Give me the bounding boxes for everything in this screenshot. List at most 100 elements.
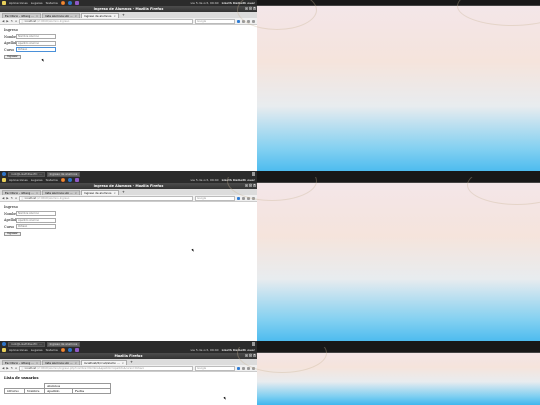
reload-icon[interactable]: ↻ [11,196,14,200]
nombre-input[interactable] [16,34,56,39]
menu-system[interactable]: Sistema [46,1,58,5]
nav-bar: ◀ ▶ ↻ ⌂ ⓘ localhost/2 CRUD/alumno-Ingres… [0,18,257,25]
tab-close-icon[interactable]: × [75,191,77,195]
alumnos-table: Alumnos idCurso Nombre Apellido Fecha [4,383,111,394]
panel-clock[interactable]: vie 5 de oct, 09:40 [190,1,218,5]
tab-ingreso-alumnos[interactable]: Ingreso de alumnos × [80,190,119,195]
curso-input[interactable] [16,47,56,52]
help-launcher-icon[interactable] [74,1,79,5]
new-tab-button[interactable]: + [120,13,127,18]
form-heading: Ingreso [4,28,18,32]
tab-close-icon[interactable]: × [75,14,77,18]
firefox-launcher-icon[interactable] [60,348,65,352]
help-launcher-icon[interactable] [74,178,79,182]
menu-places[interactable]: Lugares [31,1,43,5]
download-icon[interactable] [242,366,245,370]
forward-icon[interactable]: ▶ [6,196,8,200]
menu-applications[interactable]: Aplicaciones [9,178,28,182]
back-icon[interactable]: ◀ [2,19,4,23]
home-icon[interactable]: ⌂ [15,366,17,370]
firefox-launcher-icon[interactable] [60,1,65,5]
taskbar-terminal[interactable]: root@LizethDai-PC: ... [8,341,45,347]
nombre-label: Nombre [4,211,19,216]
url-bar[interactable]: ⓘ localhost/2 CRUD/alumno-Ingreso [19,195,193,201]
tab-close-icon[interactable]: × [36,14,38,18]
firefox-window-3: Aplicaciones Lugares Sistema vie 5 de oc… [0,347,257,405]
firefox-launcher-icon[interactable] [60,178,65,182]
menu-applications[interactable]: Aplicaciones [9,1,28,5]
apellido-input[interactable] [16,217,56,223]
ingresar-button[interactable]: Ingresar [4,231,21,236]
url-bar[interactable]: ⓘ localhost/2 CRUD/alumno-Ingreso [19,18,193,24]
ingresar-button[interactable]: Ingresar [4,54,21,59]
bookmark-icon[interactable] [237,366,240,370]
tab-close-icon[interactable]: × [75,361,77,365]
show-desktop-icon[interactable] [2,172,6,176]
gnome-foot-icon[interactable] [2,348,6,352]
tab-close-icon[interactable]: × [113,191,115,195]
menu-system[interactable]: Sistema [46,178,58,182]
reload-icon[interactable]: ↻ [11,366,14,370]
url-bar[interactable]: ⓘ localhost/2 CRUD/alumno/ingreso.php?no… [19,365,193,371]
show-desktop-icon[interactable] [2,342,6,346]
curso-input[interactable] [16,224,56,229]
panel-clock[interactable]: vie 5 de oct, 09:40 [190,178,218,182]
tab-escritorio[interactable]: Escritorio - ixtlacg ... × [2,190,42,195]
site-info-icon[interactable]: ⓘ [21,20,24,23]
menu-places[interactable]: Lugares [31,178,43,182]
frame-1: Aplicaciones Lugares Sistema vie 5 de oc… [0,0,540,177]
gnome-foot-icon[interactable] [2,178,6,182]
site-info-icon[interactable]: ⓘ [21,367,24,370]
home-icon[interactable]: ⌂ [15,196,17,200]
nombre-label: Nombre [4,34,19,39]
thunderbird-launcher-icon[interactable] [67,1,72,5]
forward-icon[interactable]: ▶ [6,19,8,23]
back-icon[interactable]: ◀ [2,366,4,370]
tab-escritorio[interactable]: Escritorio - ixtlacg ... × [2,360,42,365]
new-tab-button[interactable]: + [120,190,127,195]
thunderbird-launcher-icon[interactable] [67,178,72,182]
home-icon[interactable]: ⌂ [15,19,17,23]
trash-icon[interactable] [252,172,255,176]
window-title: Mozilla Firefox _ □ × [0,353,257,359]
tab-escritorio[interactable]: Escritorio - ixtlacg ... × [2,13,42,18]
site-info-icon[interactable]: ⓘ [21,197,24,200]
tab-ingreso-alumnos[interactable]: Ingreso de alumnos × [80,13,119,18]
search-input[interactable]: Google [195,365,235,371]
tab-close-icon[interactable]: × [36,361,38,365]
tab-close-icon[interactable]: × [113,14,115,18]
nav-bar: ◀ ▶ ↻ ⌂ ⓘ localhost/2 CRUD/alumno/ingres… [0,365,257,372]
taskbar-firefox[interactable]: Ingreso de alumnos [46,341,81,347]
ingreso-form: Ingreso Nombre Apellido Curso Ingresar [0,202,257,239]
panel-clock[interactable]: vie 5 de oct, 09:40 [190,348,218,352]
gnome-foot-icon[interactable] [2,1,6,5]
help-launcher-icon[interactable] [74,348,79,352]
bookmark-icon[interactable] [237,196,240,200]
search-input[interactable]: Google [195,18,235,24]
window-title: Ingreso de Alumnos - Mozilla Firefox _ □ × [0,183,257,189]
menu-applications[interactable]: Aplicaciones [9,348,28,352]
nombre-input[interactable] [16,211,56,216]
bookmark-icon[interactable] [237,19,240,23]
trash-icon[interactable] [252,342,255,346]
taskbar-firefox[interactable]: Ingreso de alumnos [46,171,81,177]
reload-icon[interactable]: ↻ [11,19,14,23]
new-tab-button[interactable]: + [128,360,135,365]
search-input[interactable]: Google [195,195,235,201]
apellido-label: Apellido [4,218,19,222]
frame-3: Aplicaciones Lugares Sistema vie 5 de oc… [0,347,540,405]
tab-localhost-result[interactable]: localhost/2/crud/alumn ... × [80,360,127,365]
tab-lista-alumnos[interactable]: lista alumnos ubi ... × [42,190,80,195]
taskbar-terminal[interactable]: root@LizethDai-PC: ... [8,171,45,177]
forward-icon[interactable]: ▶ [6,366,8,370]
menu-places[interactable]: Lugares [31,348,43,352]
desktop-background [227,177,540,347]
thunderbird-launcher-icon[interactable] [67,348,72,352]
menu-system[interactable]: Sistema [46,348,58,352]
tab-lista-alumnos[interactable]: lista alumnos ubi ... × [42,13,80,18]
apellido-input[interactable] [16,40,56,46]
tab-close-icon[interactable]: × [36,191,38,195]
tab-close-icon[interactable]: × [122,361,124,365]
tab-lista-alumnos[interactable]: lista alumnos ubi ... × [42,360,80,365]
back-icon[interactable]: ◀ [2,196,4,200]
